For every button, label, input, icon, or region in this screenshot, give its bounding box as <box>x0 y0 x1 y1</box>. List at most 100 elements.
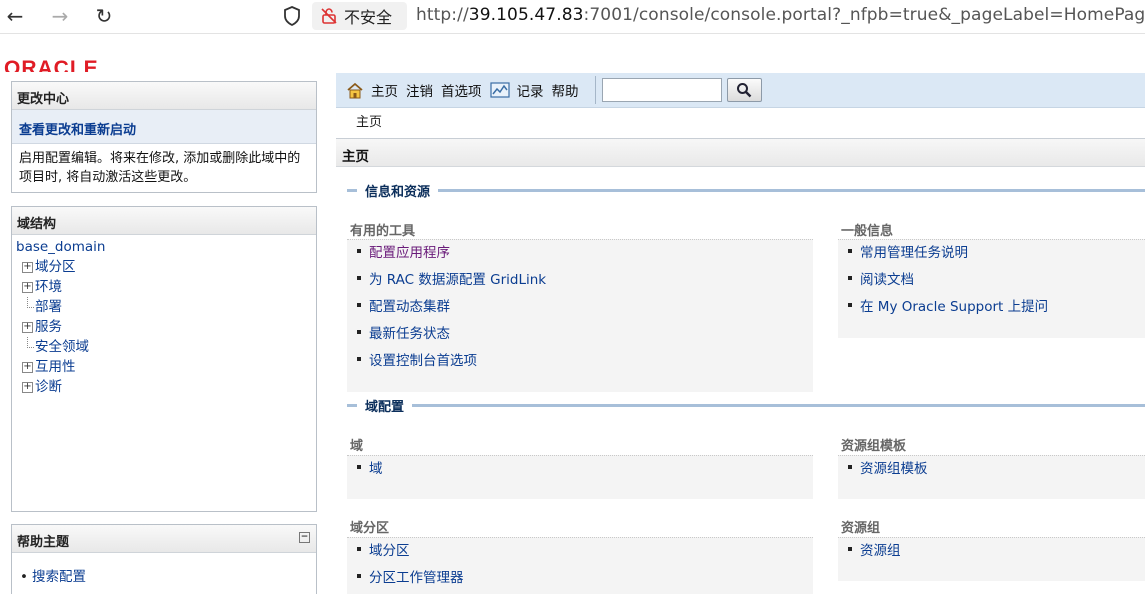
list-link[interactable]: 配置动态集群 <box>369 299 450 315</box>
broken-lock-icon <box>321 8 337 24</box>
list-link[interactable]: 资源组 <box>860 543 901 559</box>
page-title: 主页 <box>336 138 1145 167</box>
change-center-panel: 更改中心 查看更改和重新启动 启用配置编辑。将来在修改, 添加或删除此域中的项目… <box>11 81 317 193</box>
tree-item-link[interactable]: 互用性 <box>35 357 76 377</box>
tree-connector-icon <box>22 336 34 353</box>
list-link[interactable]: 为 RAC 数据源配置 GridLink <box>369 272 546 288</box>
security-status-chip[interactable]: 不安全 <box>312 2 407 30</box>
tree-item-link[interactable]: 域分区 <box>35 257 76 277</box>
bullet-icon <box>357 547 361 551</box>
search-icon <box>737 83 752 98</box>
toolbar-logout[interactable]: 注销 <box>406 80 433 100</box>
list-link[interactable]: 设置控制台首选项 <box>369 353 477 369</box>
bullet-icon <box>357 465 361 469</box>
browser-toolbar: ← → ↻ 不安全 http://39.105.47.83:7001/conso… <box>0 0 1145 34</box>
bullet-icon <box>357 276 361 280</box>
help-topics-header: 帮助主题 − <box>12 525 316 553</box>
domain-box: 域 <box>347 455 813 499</box>
help-item: • 搜索配置 <box>12 553 316 594</box>
record-icon <box>489 82 510 98</box>
list-item: 资源组模板 <box>838 456 1145 483</box>
list-item: 设置控制台首选项 <box>347 348 813 375</box>
list-item: 域 <box>347 456 813 483</box>
section-rule <box>412 403 1145 407</box>
view-changes-restarts-link[interactable]: 查看更改和重新启动 <box>12 110 316 144</box>
section-domain-config-label: 域配置 <box>365 399 405 415</box>
partition-box: 域分区分区工作管理器 <box>347 537 813 594</box>
tree-item-link[interactable]: 环境 <box>35 277 62 297</box>
change-center-title: 更改中心 <box>12 82 316 110</box>
toolbar-divider <box>594 76 596 104</box>
tree-item-link[interactable]: 部署 <box>35 297 62 317</box>
insecure-label: 不安全 <box>344 8 393 27</box>
help-topics-title: 帮助主题 <box>17 535 70 550</box>
breadcrumb[interactable]: 主页 <box>356 111 382 130</box>
tree-item-link[interactable]: 服务 <box>35 317 62 337</box>
toolbar-home[interactable]: 主页 <box>346 80 398 100</box>
expand-icon[interactable]: + <box>22 361 33 373</box>
list-link[interactable]: 域 <box>369 461 383 477</box>
toolbar-record[interactable]: 记录 <box>489 80 544 100</box>
domain-structure-title: 域结构 <box>12 207 316 235</box>
general-info-title: 一般信息 <box>841 224 894 239</box>
bullet-icon <box>848 276 852 280</box>
change-center-description: 启用配置编辑。将来在修改, 添加或删除此域中的项目时, 将自动激活这些更改。 <box>19 151 301 185</box>
bullet-icon <box>357 357 361 361</box>
reload-icon[interactable]: ↻ <box>91 4 117 30</box>
collapse-icon[interactable]: − <box>299 532 310 543</box>
help-link-search-config[interactable]: 搜索配置 <box>32 569 86 585</box>
expand-icon[interactable]: + <box>22 281 33 293</box>
domain-box-title: 域 <box>350 439 364 454</box>
list-link[interactable]: 分区工作管理器 <box>369 570 464 586</box>
tree-item: 安全领域 <box>16 336 312 357</box>
rg-box-title: 资源组 <box>841 521 881 536</box>
list-link[interactable]: 常用管理任务说明 <box>860 245 968 261</box>
expand-icon[interactable]: + <box>22 321 33 333</box>
domain-tree: base_domain + 域分区 + 环境 部署 + 服务 安全领域 + 互用性 + 诊断 <box>12 235 316 400</box>
tree-root-domain[interactable]: base_domain <box>16 238 312 257</box>
list-link[interactable]: 阅读文档 <box>860 272 914 288</box>
tree-item-link[interactable]: 安全领域 <box>35 337 89 357</box>
list-link[interactable]: 资源组模板 <box>860 461 928 477</box>
tree-item: + 域分区 <box>16 257 312 277</box>
section-dash <box>347 188 357 192</box>
tree-item-link[interactable]: 诊断 <box>35 377 62 397</box>
list-item: 分区工作管理器 <box>347 565 813 592</box>
tree-item: + 服务 <box>16 317 312 337</box>
list-link[interactable]: 域分区 <box>369 543 410 559</box>
address-bar[interactable]: http://39.105.47.83:7001/console/console… <box>416 5 1145 25</box>
expand-icon[interactable]: + <box>22 381 33 393</box>
section-domain-config: 域配置 <box>347 396 1145 415</box>
search-input[interactable] <box>601 78 722 102</box>
list-link[interactable]: 在 My Oracle Support 上提问 <box>860 299 1048 315</box>
list-item: 在 My Oracle Support 上提问 <box>838 294 1145 321</box>
bullet-icon <box>357 574 361 578</box>
forward-arrow-icon[interactable]: → <box>47 4 73 30</box>
toolbar-preferences[interactable]: 首选项 <box>441 80 482 100</box>
list-link[interactable]: 最新任务状态 <box>369 326 450 342</box>
general-info-box: 常用管理任务说明 阅读文档在 My Oracle Support 上提问 <box>838 239 1145 338</box>
search-button[interactable] <box>726 78 762 102</box>
useful-tools-title: 有用的工具 <box>350 224 416 239</box>
list-item: 域分区 <box>347 538 813 565</box>
toolbar-help[interactable]: 帮助 <box>552 80 579 100</box>
tree-item: 部署 <box>16 296 312 317</box>
section-rule <box>438 188 1145 192</box>
tree-item: + 互用性 <box>16 357 312 377</box>
home-icon <box>347 82 363 98</box>
rg-template-box: 资源组模板 <box>838 455 1145 499</box>
url-rest: :7001/console/console.portal?_nfpb=true&… <box>583 5 1145 25</box>
domain-structure-panel: 域结构 base_domain + 域分区 + 环境 部署 + 服务 安全领域 + 互用性 + 诊断 <box>11 206 317 512</box>
bullet-icon <box>357 330 361 334</box>
rg-box: 资源组 <box>838 537 1145 581</box>
expand-icon[interactable]: + <box>22 261 33 273</box>
list-link[interactable]: 配置应用程序 <box>369 245 450 261</box>
toolbar-home-label: 主页 <box>371 84 398 100</box>
back-arrow-icon[interactable]: ← <box>2 4 28 30</box>
list-item: 配置动态集群 <box>347 294 813 321</box>
main-toolbar: 主页 注销 首选项 记录 帮助 <box>336 73 1145 108</box>
shield-icon[interactable] <box>281 5 303 27</box>
tree-item: + 诊断 <box>16 377 312 397</box>
bullet-icon <box>848 303 852 307</box>
list-item: 最新任务状态 <box>347 321 813 348</box>
